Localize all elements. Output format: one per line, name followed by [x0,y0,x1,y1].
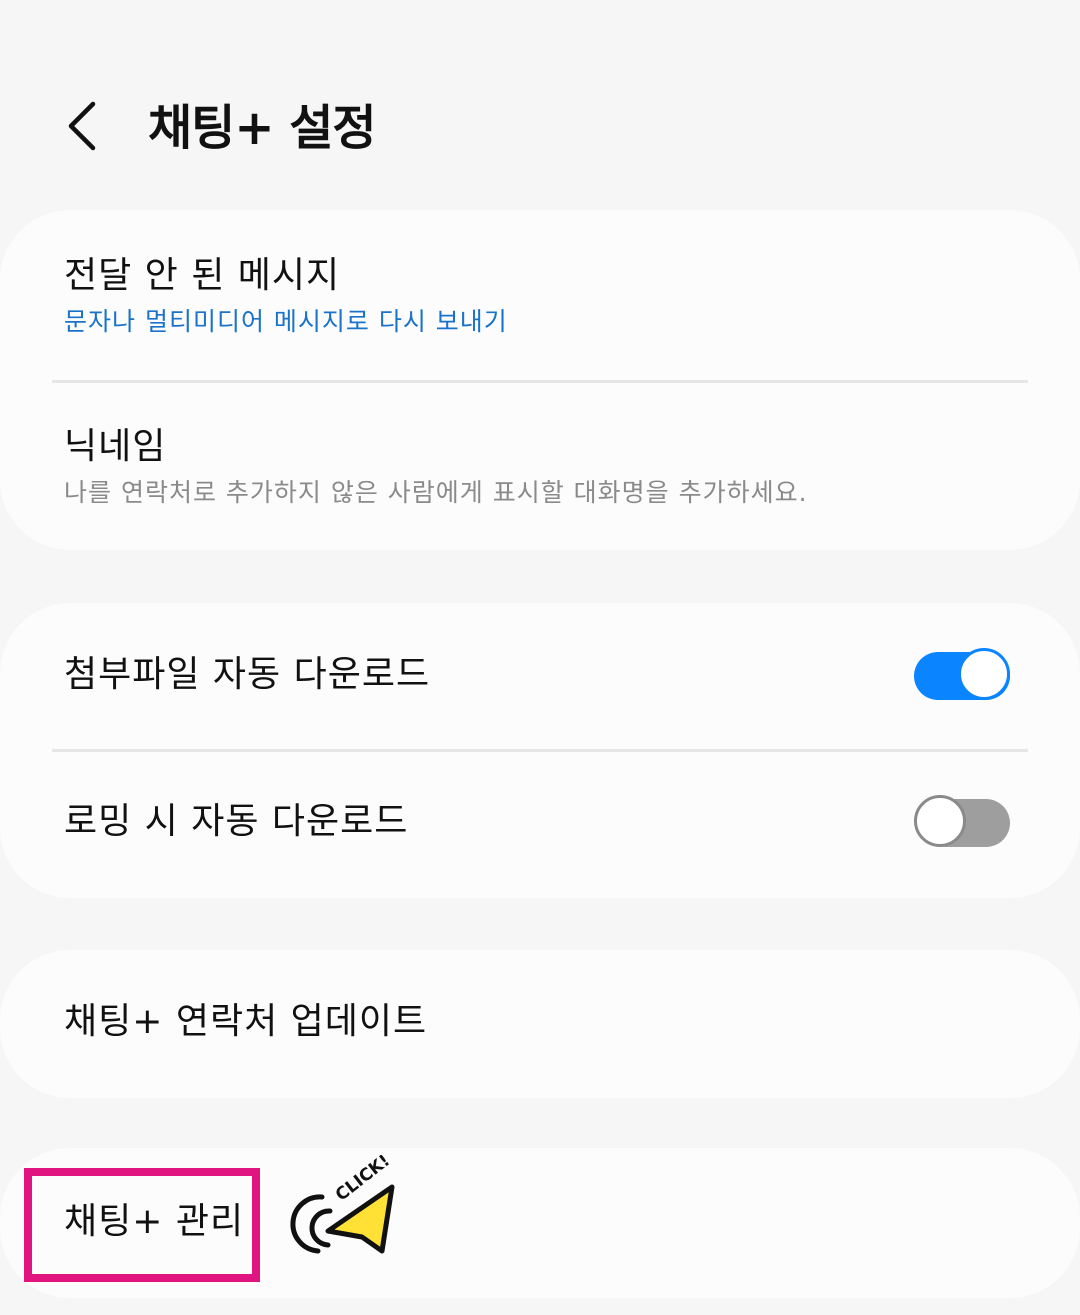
undelivered-messages-title: 전달 안 된 메시지 [64,255,341,296]
contacts-update-card: 채팅+ 연락처 업데이트 [0,950,1080,1098]
nickname-item[interactable]: 닉네임 나를 연락처로 추가하지 않은 사람에게 표시할 대화명을 추가하세요. [0,383,1080,550]
messages-settings-card: 전달 안 된 메시지 문자나 멀티미디어 메시지로 다시 보내기 닉네임 나를 … [0,210,1080,550]
auto-download-title: 첨부파일 자동 다운로드 [64,654,431,695]
nickname-subtitle: 나를 연락처로 추가하지 않은 사람에게 표시할 대화명을 추가하세요. [64,478,808,507]
toggle-knob [914,795,966,847]
contacts-update-title: 채팅+ 연락처 업데이트 [64,1001,428,1042]
back-button[interactable] [55,98,115,158]
roaming-download-title: 로밍 시 자동 다운로드 [64,801,409,842]
chevron-left-icon [68,101,96,151]
auto-download-toggle[interactable] [914,648,1010,704]
toggle-knob [958,648,1010,700]
undelivered-messages-item[interactable]: 전달 안 된 메시지 문자나 멀티미디어 메시지로 다시 보내기 [0,210,1080,380]
contacts-update-item[interactable]: 채팅+ 연락처 업데이트 [0,950,1080,1098]
click-pointer-icon: CLICK! [288,1151,408,1265]
top-app-bar: 채팅+ 설정 [0,60,1080,200]
nickname-title: 닉네임 [64,426,167,467]
auto-download-item[interactable]: 첨부파일 자동 다운로드 [0,603,1080,749]
page-title: 채팅+ 설정 [148,100,377,156]
roaming-download-toggle[interactable] [914,795,1010,851]
roaming-download-item[interactable]: 로밍 시 자동 다운로드 [0,752,1080,898]
undelivered-messages-subtitle: 문자나 멀티미디어 메시지로 다시 보내기 [64,307,508,336]
highlight-box [24,1168,260,1282]
download-settings-card: 첨부파일 자동 다운로드 로밍 시 자동 다운로드 [0,603,1080,898]
